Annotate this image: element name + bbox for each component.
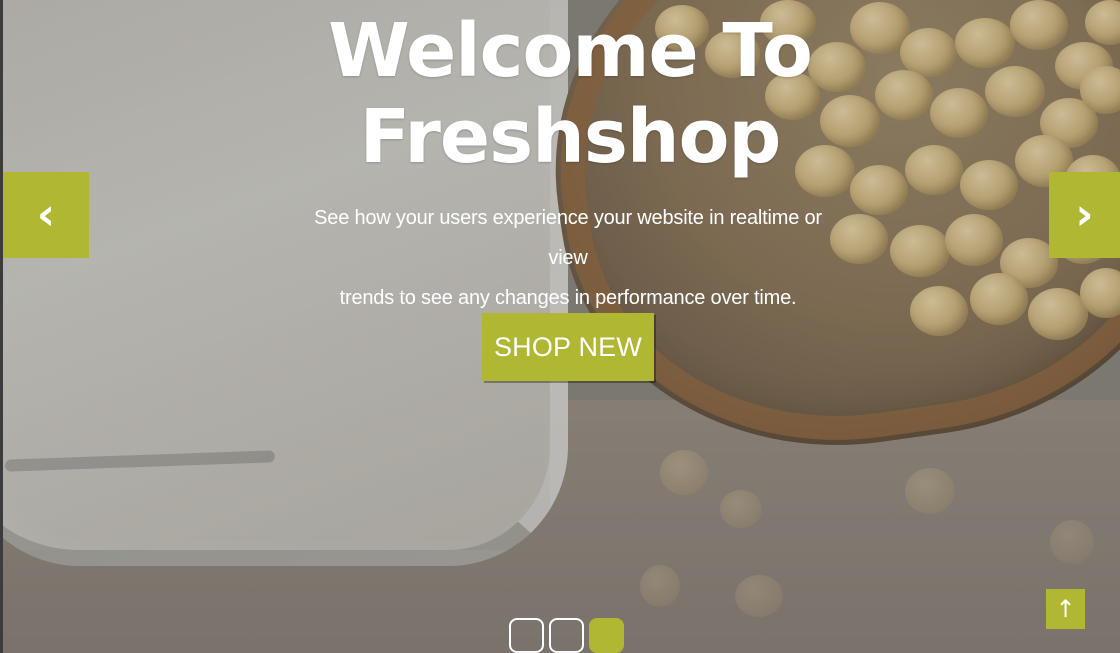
back-to-top-button[interactable]: ↑ <box>1046 589 1085 629</box>
hero-title-line-2: Freshshop <box>359 94 782 180</box>
left-edge-strip <box>0 0 3 653</box>
arrow-up-icon: ↑ <box>1055 595 1076 623</box>
slide-indicator-3[interactable] <box>589 618 624 653</box>
hero-title: Welcome To Freshshop <box>310 8 830 180</box>
chevron-left-icon: ‹ <box>36 189 56 240</box>
hero-slider: Welcome To Freshshop See how your users … <box>0 0 1120 653</box>
previous-slide-button[interactable]: ‹ <box>3 172 89 258</box>
shop-new-button[interactable]: SHOP NEW <box>482 313 654 381</box>
slide-indicators <box>509 618 624 653</box>
hero-subtitle-line-2: trends to see any changes in performance… <box>339 287 797 309</box>
slide-indicator-1[interactable] <box>509 618 544 653</box>
next-slide-button[interactable]: › <box>1049 172 1120 258</box>
chevron-right-icon: › <box>1075 189 1094 240</box>
hero-subtitle: See how your users experience your websi… <box>292 198 844 318</box>
hero-title-line-1: Welcome To <box>328 8 813 94</box>
hero-subtitle-line-1: See how your users experience your websi… <box>314 207 822 269</box>
slide-indicator-2[interactable] <box>549 618 584 653</box>
